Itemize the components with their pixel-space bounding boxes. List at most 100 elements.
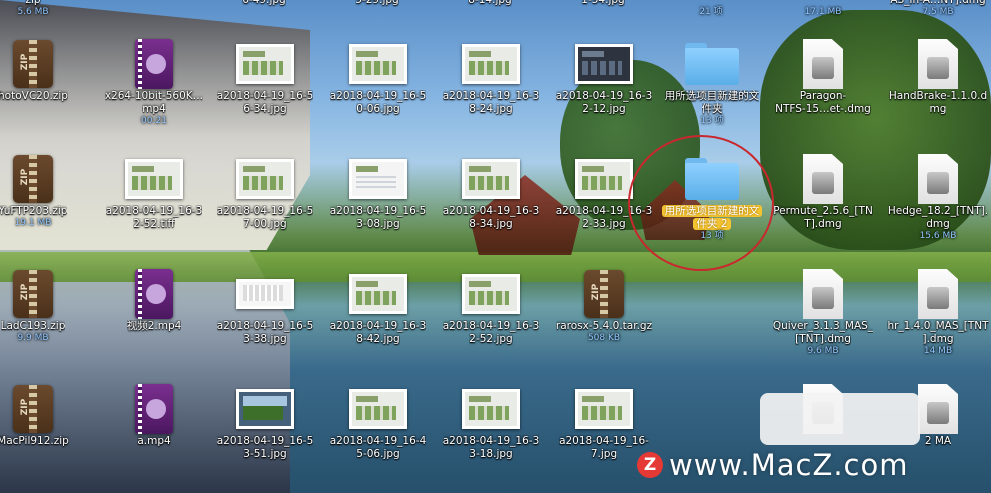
desktop-item[interactable]: ZIP hotoVC20.zip	[0, 38, 92, 103]
item-label: 件夹 2	[693, 218, 731, 231]
item-icon-box	[545, 383, 663, 435]
item-icon-box	[764, 153, 882, 205]
item-label: Paragon-	[799, 90, 847, 102]
desktop-item-partial[interactable]: 1-54.jpg	[544, 0, 662, 7]
site-watermark: Z www.MacZ.com	[637, 448, 908, 482]
desktop-item[interactable]: Permute_2.5.6_[TN T].dmg	[764, 153, 882, 231]
item-label: Quiver_3.1.3_MAS_	[772, 320, 874, 332]
item-label: 2-52.tiff	[133, 218, 175, 230]
desktop-item-partial[interactable]: 5-29.jpg	[318, 0, 436, 7]
desktop-item[interactable]: a2018-04-19_16-3 2-33.jpg	[545, 153, 663, 231]
desktop-item[interactable]: Hedge_18.2_[TNT]. dmg 15.6 MB	[879, 153, 991, 242]
desktop-item[interactable]: a2018-04-19_16-5 3-51.jpg	[206, 383, 324, 461]
item-icon-box	[432, 38, 550, 90]
item-label: a2018-04-19_16-4	[329, 435, 427, 447]
desktop-item[interactable]: a2018-04-19_16-3 2-52.tiff	[95, 153, 213, 231]
item-size: 15.6 MB	[919, 231, 957, 241]
item-label: mg	[929, 103, 947, 115]
item-label: 8-24.jpg	[469, 103, 513, 115]
desktop-item[interactable]: a2018-04-19_16-5 7-00.jpg	[206, 153, 324, 231]
item-label: a2018-04-19_16-3	[442, 90, 540, 102]
desktop-item[interactable]: Paragon- NTFS-15…et-.dmg	[764, 38, 882, 116]
disk-image-icon	[803, 39, 843, 89]
desktop-item[interactable]: a2018-04-19_16-5 0-06.jpg	[319, 38, 437, 116]
desktop-item[interactable]: 用所选项目新建的文 件夹 2 13 项	[653, 153, 771, 242]
item-label: 1-54.jpg	[581, 0, 625, 6]
desktop-item[interactable]: a2018-04-19_16-3 8-42.jpg	[319, 268, 437, 346]
item-label: 2-52.jpg	[469, 333, 513, 345]
video-file-icon	[135, 384, 173, 434]
item-icon-box: ZIP	[0, 153, 92, 205]
item-icon-box	[879, 268, 991, 320]
desktop-item[interactable]: a2018-04-19_16-5 3-08.jpg	[319, 153, 437, 231]
item-icon-box	[206, 268, 324, 320]
desktop-item[interactable]: 视频2.mp4	[95, 268, 213, 333]
item-label: AS_In-A…NT].dmg	[890, 0, 986, 6]
item-size: 13 项	[700, 116, 724, 126]
desktop-item-partial[interactable]: 17.1 MB	[764, 0, 882, 18]
screenshot-thumbnail-icon	[462, 389, 520, 429]
item-label: a2018-04-19_16-5	[329, 205, 427, 217]
screenshot-thumbnail-icon	[462, 274, 520, 314]
watermark-text: www.MacZ.com	[669, 448, 909, 482]
item-label-spacer	[709, 0, 712, 7]
item-label: 0-06.jpg	[356, 103, 400, 115]
zip-archive-icon: ZIP	[13, 270, 53, 318]
item-size: 13 项	[700, 231, 724, 241]
desktop-item[interactable]: ZIP MacPil912.zip	[0, 383, 92, 448]
desktop-item[interactable]: 用所选项目新建的文 件夹 13 项	[653, 38, 771, 127]
item-label: a2018-04-19_16-3	[329, 320, 427, 332]
desktop-item[interactable]: a2018-04-19_16-3 2-52.jpg	[432, 268, 550, 346]
desktop-item[interactable]: a2018-04-19_16-3 2-12.jpg	[545, 38, 663, 116]
screenshot-thumbnail-icon	[349, 274, 407, 314]
desktop-item[interactable]: a2018-04-19_16-5 3-38.jpg	[206, 268, 324, 346]
item-label: 2-33.jpg	[582, 218, 626, 230]
screenshot-thumbnail-icon	[125, 159, 183, 199]
desktop[interactable]: zip 5.6 MB 6-49.jpg 5-29.jpg 8-14.jpg 1-54.jp…	[0, 0, 991, 493]
item-icon-box	[653, 38, 771, 90]
desktop-item[interactable]: a2018-04-19_16-4 5-06.jpg	[319, 383, 437, 461]
item-label: 3-18.jpg	[469, 448, 513, 460]
desktop-item-partial[interactable]: zip 5.6 MB	[0, 0, 92, 18]
desktop-item[interactable]: Quiver_3.1.3_MAS_ [TNT].dmg 9.6 MB	[764, 268, 882, 357]
desktop-item[interactable]: a2018-04-19_16-3 8-24.jpg	[432, 38, 550, 116]
item-label: 3-08.jpg	[356, 218, 400, 230]
desktop-item[interactable]: x264-10bit-560K… mp4 00:21	[95, 38, 213, 127]
item-label: hr_1.4.0_MAS_[TNT	[887, 320, 989, 332]
item-label: x264-10bit-560K…	[104, 90, 204, 102]
disk-image-icon	[803, 154, 843, 204]
video-file-icon	[135, 269, 173, 319]
item-size: 19.1 MB	[14, 218, 52, 228]
item-label: 用所选项目新建的文	[661, 205, 763, 218]
desktop-item[interactable]: ZIP LadC193.zip 9.9 MB	[0, 268, 92, 344]
desktop-item[interactable]: hr_1.4.0_MAS_[TNT].dmg 14 MB	[879, 268, 991, 357]
screenshot-thumbnail-icon	[462, 44, 520, 84]
desktop-item[interactable]: ZIP rarosx-5.4.0.tar.gz 508 KB	[545, 268, 663, 344]
item-label: a2018-04-19_16-5	[216, 205, 314, 217]
item-label: 6-34.jpg	[243, 103, 287, 115]
item-icon-box	[95, 268, 213, 320]
item-label-spacer	[821, 0, 824, 7]
item-label: 6-49.jpg	[242, 0, 286, 6]
desktop-item[interactable]: a2018-04-19_16-5 6-34.jpg	[206, 38, 324, 116]
screenshot-thumbnail-icon	[575, 44, 633, 84]
desktop-item-partial[interactable]: AS_In-A…NT].dmg 7.5 MB	[879, 0, 991, 18]
zip-archive-icon: ZIP	[13, 40, 53, 88]
desktop-item-partial[interactable]: 6-49.jpg	[205, 0, 323, 7]
desktop-item-partial[interactable]: 8-14.jpg	[431, 0, 549, 7]
item-label: a2018-04-19_16-5	[216, 90, 314, 102]
item-label: mp4	[142, 103, 166, 115]
item-label: a2018-04-19_16-	[559, 435, 649, 447]
desktop-item[interactable]: HandBrake-1.1.0.d mg	[879, 38, 991, 116]
screenshot-thumbnail-icon	[236, 389, 294, 429]
disk-image-icon	[918, 39, 958, 89]
item-label: 8-42.jpg	[356, 333, 400, 345]
desktop-item[interactable]: a.mp4	[95, 383, 213, 448]
item-icon-box	[653, 153, 771, 205]
desktop-item-partial[interactable]: 21 项	[652, 0, 770, 18]
desktop-item[interactable]: a2018-04-19_16-3 8-34.jpg	[432, 153, 550, 231]
desktop-item[interactable]: a2018-04-19_16-3 3-18.jpg	[432, 383, 550, 461]
item-icon-box	[764, 38, 882, 90]
item-label: 视频2.mp4	[126, 320, 182, 332]
desktop-item[interactable]: ZIP YuFTP203.zip 19.1 MB	[0, 153, 92, 229]
